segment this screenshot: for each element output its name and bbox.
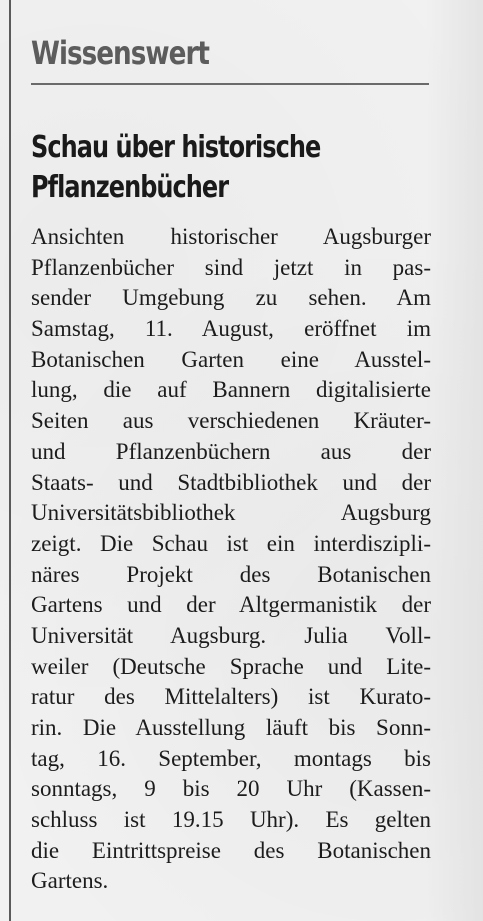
article-body: Ansichten historischer Augsburger Pflanz… xyxy=(31,222,431,897)
section-divider xyxy=(31,83,429,85)
article-headline: Schau über historische Pflanzenbücher xyxy=(31,128,431,208)
body-line: Universität Augsburg. Julia Voll- xyxy=(31,622,431,648)
body-line: Samstag, 11. August, eröffnet im xyxy=(31,316,431,342)
body-line: zeigt. Die Schau ist ein interdiszipli- xyxy=(31,530,431,556)
body-line: sonntags, 9 bis 20 Uhr (Kassen- xyxy=(31,776,431,802)
body-line: ratur des Mittelalters) ist Kurato- xyxy=(31,684,431,710)
body-line: und Pflanzenbüchern aus der xyxy=(31,438,431,464)
headline-line: Pflanzenbücher xyxy=(31,170,229,205)
body-line: näres Projekt des Botanischen xyxy=(31,561,431,587)
body-line: die Eintrittspreise des Botanischen xyxy=(31,837,431,863)
headline-line: Schau über historische xyxy=(31,130,321,165)
body-line: Staats- und Stadtbibliothek und der xyxy=(31,469,431,495)
column-rule xyxy=(9,0,11,921)
body-line: Seiten aus verschiedenen Kräuter- xyxy=(31,408,431,434)
body-line: tag, 16. September, montags bis xyxy=(31,745,431,771)
body-line: sender Umgebung zu sehen. Am xyxy=(31,285,431,311)
section-label: Wissenswert xyxy=(31,34,210,72)
body-line: Universitätsbibliothek Augsburg xyxy=(31,500,431,526)
body-line: Pflanzenbücher sind jetzt in pas- xyxy=(31,254,431,280)
body-line: weiler (Deutsche Sprache und Lite- xyxy=(31,653,431,679)
body-line: rin. Die Ausstellung läuft bis Sonn- xyxy=(31,715,431,740)
body-line: Botanischen Garten eine Ausstel- xyxy=(31,346,431,372)
body-line: Ansichten historischer Augsburger xyxy=(31,224,431,249)
body-line: schluss ist 19.15 Uhr). Es gelten xyxy=(31,807,431,833)
body-line: Gartens. xyxy=(31,868,109,894)
adjacent-column-bleed xyxy=(425,0,483,921)
body-line: Gartens und der Altgermanistik der xyxy=(31,592,431,618)
body-line: lung, die auf Bannern digitalisierte xyxy=(31,377,431,403)
